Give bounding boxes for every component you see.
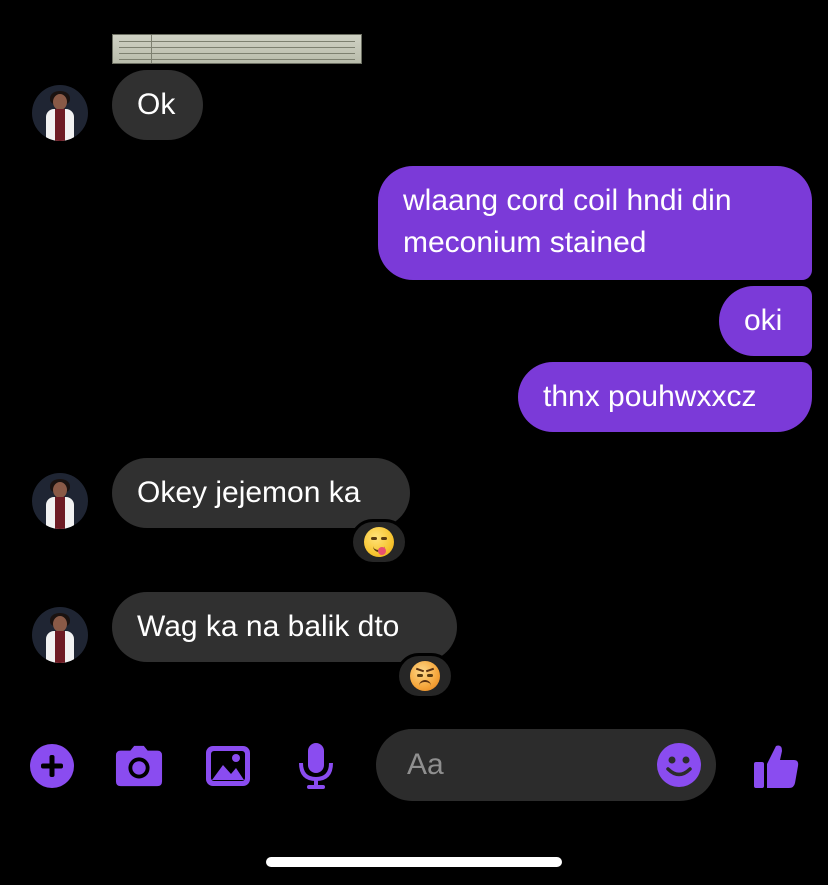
plus-circle-icon[interactable]	[28, 742, 76, 790]
incoming-message-bubble[interactable]: Ok	[112, 70, 203, 140]
contact-avatar[interactable]	[32, 473, 88, 529]
thumbs-up-icon[interactable]	[750, 742, 802, 790]
smiley-icon[interactable]	[656, 742, 702, 788]
message-input[interactable]: Aa	[376, 729, 716, 801]
contact-avatar[interactable]	[32, 607, 88, 663]
home-indicator[interactable]	[266, 857, 562, 867]
image-icon[interactable]	[204, 742, 252, 790]
message-reaction[interactable]	[396, 653, 454, 699]
incoming-message-bubble[interactable]: Okey jejemon ka	[112, 458, 410, 528]
angry-face-emoji	[410, 661, 440, 691]
outgoing-message-bubble[interactable]: oki	[719, 286, 812, 356]
message-input-placeholder: Aa	[407, 748, 444, 781]
yum-face-emoji	[364, 527, 394, 557]
incoming-message-bubble[interactable]: Wag ka na balik dto	[112, 592, 457, 662]
shared-document-image[interactable]	[112, 34, 362, 64]
contact-avatar[interactable]	[32, 85, 88, 141]
outgoing-message-bubble[interactable]: wlaang cord coil hndi din meconium stain…	[378, 166, 812, 280]
outgoing-message-bubble[interactable]: thnx pouhwxxcz	[518, 362, 812, 432]
camera-icon[interactable]	[115, 742, 163, 790]
microphone-icon[interactable]	[292, 742, 340, 790]
message-reaction[interactable]	[350, 519, 408, 565]
